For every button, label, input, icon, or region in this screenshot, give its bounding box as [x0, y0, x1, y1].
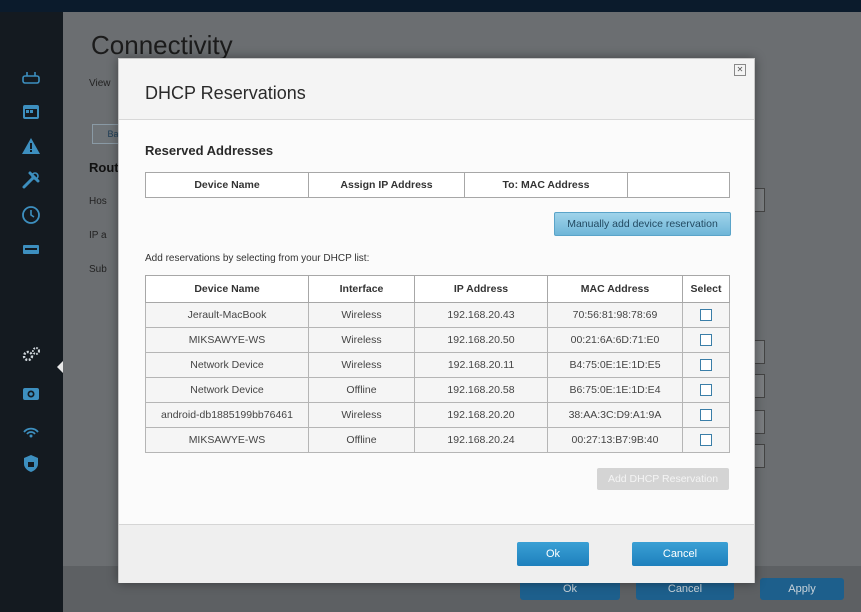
ip-address: 192.168.20.11: [414, 352, 548, 378]
device-name: Jerault-MacBook: [145, 302, 309, 328]
select-checkbox[interactable]: [700, 309, 712, 322]
settings-icon[interactable]: [18, 342, 44, 368]
col-device-name: Device Name: [145, 275, 309, 303]
bg-label-host: Hos: [89, 196, 107, 207]
mac-address: 70:56:81:98:78:69: [547, 302, 683, 328]
ip-address: 192.168.20.43: [414, 302, 548, 328]
warning-icon[interactable]: [18, 133, 44, 159]
device-name: android-db1885199bb76461: [145, 402, 309, 428]
clock-icon[interactable]: [18, 202, 44, 228]
col-to-mac: To: MAC Address: [464, 172, 628, 198]
interface: Wireless: [308, 327, 415, 353]
mac-address: 00:27:13:B7:9B:40: [547, 427, 683, 453]
dhcp-list-hint: Add reservations by selecting from your …: [145, 253, 370, 264]
interface: Wireless: [308, 402, 415, 428]
col-assign-ip: Assign IP Address: [308, 172, 465, 198]
table-row: MIKSAWYE-WS Offline 192.168.20.24 00:27:…: [145, 427, 730, 453]
camera-icon[interactable]: [18, 380, 44, 406]
close-icon[interactable]: ✕: [734, 64, 746, 76]
interface: Wireless: [308, 302, 415, 328]
router-icon[interactable]: [18, 65, 44, 91]
device-name: Network Device: [145, 377, 309, 403]
interface: Offline: [308, 377, 415, 403]
mac-address: 38:AA:3C:D9:A1:9A: [547, 402, 683, 428]
device-name: Network Device: [145, 352, 309, 378]
dhcp-list-table: Device Name Interface IP Address MAC Add…: [145, 275, 730, 453]
section-heading: Rout: [89, 160, 119, 175]
mac-address: B6:75:0E:1E:1D:E4: [547, 377, 683, 403]
bg-apply-button[interactable]: Apply: [760, 578, 844, 600]
col-blank: [627, 172, 730, 198]
interface: Wireless: [308, 352, 415, 378]
ip-address: 192.168.20.50: [414, 327, 548, 353]
add-dhcp-reservation-button[interactable]: Add DHCP Reservation: [597, 468, 729, 490]
reserved-addresses-heading: Reserved Addresses: [145, 143, 274, 158]
cancel-button[interactable]: Cancel: [632, 542, 728, 566]
dialog-header: DHCP Reservations ✕: [119, 59, 754, 120]
bg-label-subnet: Sub: [89, 264, 107, 275]
wifi-icon[interactable]: [18, 416, 44, 442]
tools-icon[interactable]: [18, 167, 44, 193]
bg-label-ip: IP a: [89, 230, 107, 241]
table-row: Network Device Wireless 192.168.20.11 B4…: [145, 352, 730, 378]
interface: Offline: [308, 427, 415, 453]
select-checkbox[interactable]: [700, 359, 712, 372]
page-title: Connectivity: [91, 30, 233, 60]
sidebar: [0, 12, 64, 612]
select-checkbox[interactable]: [700, 384, 712, 397]
table-row: Jerault-MacBook Wireless 192.168.20.43 7…: [145, 302, 730, 328]
top-bar: [0, 0, 861, 12]
col-interface: Interface: [308, 275, 415, 303]
table-row: MIKSAWYE-WS Wireless 192.168.20.50 00:21…: [145, 327, 730, 353]
page-subtitle: View: [89, 78, 111, 89]
ip-address: 192.168.20.58: [414, 377, 548, 403]
device-name: MIKSAWYE-WS: [145, 427, 309, 453]
col-device-name: Device Name: [145, 172, 309, 198]
mac-address: 00:21:6A:6D:71:E0: [547, 327, 683, 353]
reserved-addresses-table: Device Name Assign IP Address To: MAC Ad…: [145, 172, 730, 198]
dialog-title: DHCP Reservations: [145, 83, 306, 103]
table-row: android-db1885199bb76461 Wireless 192.16…: [145, 402, 730, 428]
ip-address: 192.168.20.20: [414, 402, 548, 428]
select-checkbox[interactable]: [700, 409, 712, 422]
col-select: Select: [682, 275, 730, 303]
table-row: Network Device Offline 192.168.20.58 B6:…: [145, 377, 730, 403]
col-mac-address: MAC Address: [547, 275, 683, 303]
manually-add-reservation-button[interactable]: Manually add device reservation: [554, 212, 731, 236]
device-name: MIKSAWYE-WS: [145, 327, 309, 353]
calendar-icon[interactable]: [18, 98, 44, 124]
mac-address: B4:75:0E:1E:1D:E5: [547, 352, 683, 378]
ok-button[interactable]: Ok: [517, 542, 589, 566]
select-checkbox[interactable]: [700, 334, 712, 347]
col-ip-address: IP Address: [414, 275, 548, 303]
network-icon[interactable]: [18, 236, 44, 262]
dhcp-reservations-dialog: DHCP Reservations ✕ Reserved Addresses D…: [118, 58, 755, 583]
shield-icon[interactable]: [18, 450, 44, 476]
select-checkbox[interactable]: [700, 434, 712, 447]
ip-address: 192.168.20.24: [414, 427, 548, 453]
